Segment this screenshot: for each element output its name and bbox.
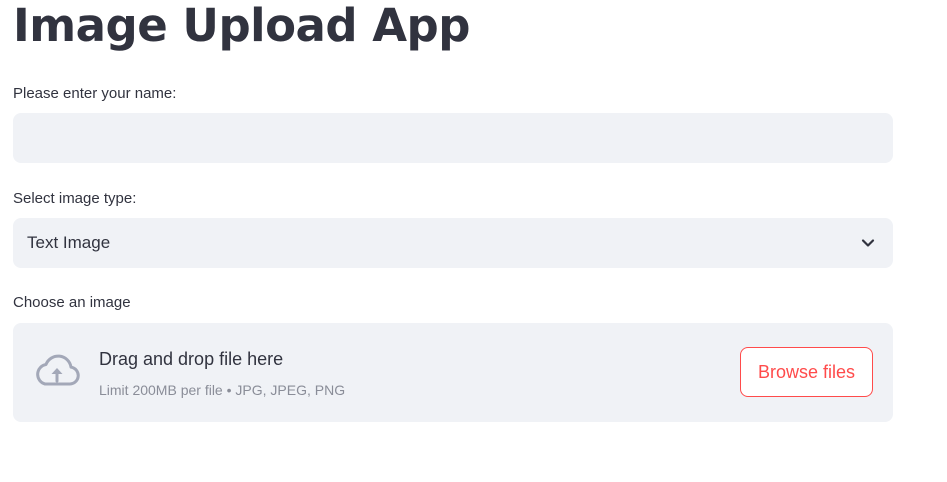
chevron-down-icon	[861, 239, 875, 247]
image-type-select[interactable]: Text Image	[13, 218, 893, 268]
name-input[interactable]	[13, 113, 893, 163]
dropzone-instructions: Drag and drop file here	[99, 349, 284, 369]
app-page: Image Upload App Please enter your name:…	[0, 0, 947, 482]
page-title: Image Upload App	[13, 0, 471, 52]
uploader-label: Choose an image	[13, 294, 131, 311]
name-field-label: Please enter your name:	[13, 85, 177, 102]
image-type-label: Select image type:	[13, 190, 137, 207]
cloud-upload-icon	[36, 354, 80, 386]
browse-files-button[interactable]: Browse files	[740, 347, 873, 397]
dropzone-file-limit: Limit 200MB per file • JPG, JPEG, PNG	[99, 382, 346, 398]
file-dropzone[interactable]: Drag and drop file here Limit 200MB per …	[13, 323, 893, 422]
image-type-selected-value: Text Image	[27, 233, 111, 252]
